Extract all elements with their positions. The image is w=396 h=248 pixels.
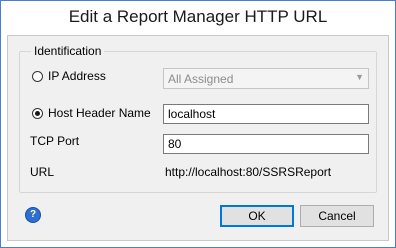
tcp-port-input[interactable]: 80 (163, 134, 369, 154)
ip-address-label[interactable]: IP Address (48, 69, 106, 83)
host-header-radio[interactable] (32, 108, 43, 119)
url-label: URL (30, 165, 55, 179)
host-header-label[interactable]: Host Header Name (48, 106, 151, 120)
host-header-input[interactable]: localhost (163, 104, 369, 124)
ip-address-radio[interactable] (32, 71, 43, 82)
cancel-button[interactable]: Cancel (300, 205, 374, 227)
url-value: http://localhost:80/SSRSReport (165, 165, 332, 179)
chevron-down-icon: ▼ (355, 72, 364, 82)
ok-button[interactable]: OK (220, 205, 294, 227)
tcp-port-label: TCP Port (30, 134, 80, 148)
ip-address-value: All Assigned (168, 72, 234, 86)
help-icon[interactable]: ? (26, 208, 40, 222)
dialog-window: Edit a Report Manager HTTP URL Identific… (0, 0, 396, 248)
ip-address-dropdown[interactable]: All Assigned ▼ (163, 68, 369, 89)
dialog-title: Edit a Report Manager HTTP URL (68, 7, 328, 26)
title-bar[interactable]: Edit a Report Manager HTTP URL (1, 1, 395, 35)
identification-legend: Identification (31, 44, 105, 58)
